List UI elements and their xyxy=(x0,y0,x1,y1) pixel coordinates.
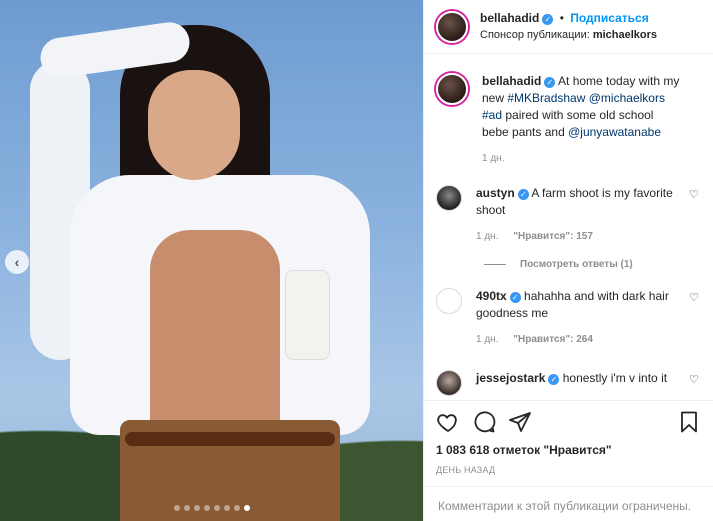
comment-age: 1 дн. xyxy=(476,231,499,242)
comment-author[interactable]: 490tx xyxy=(476,289,507,303)
carousel-dot xyxy=(233,505,240,511)
comment-likes[interactable]: "Нравится": 264 xyxy=(513,334,593,345)
paper-plane-icon[interactable] xyxy=(508,410,532,434)
post-actions: 1 083 618 отметок "Нравится" ДЕНЬ НАЗАД xyxy=(424,400,713,475)
comment-body: austyn ✓ A farm shoot is my favorite shoo… xyxy=(476,185,701,245)
verified-badge-icon: ✓ xyxy=(542,13,554,25)
chevron-left-icon: ‹ xyxy=(14,254,20,270)
view-replies-button[interactable]: Посмотреть ответы (1) xyxy=(484,259,701,270)
comment-likes[interactable]: "Нравится": 157 xyxy=(513,231,593,242)
follow-button[interactable]: Подписаться xyxy=(570,11,648,25)
author-avatar[interactable] xyxy=(436,10,468,43)
commenter-avatar[interactable] xyxy=(436,288,462,314)
carousel-prev-button[interactable]: ‹ xyxy=(5,250,29,274)
comment-icon[interactable] xyxy=(472,410,496,434)
caption-age: 1 дн. xyxy=(482,153,505,164)
heart-icon[interactable]: ♡ xyxy=(689,374,701,386)
likes-count[interactable]: 1 083 618 отметок "Нравится" xyxy=(436,443,701,457)
verified-badge-icon: ✓ xyxy=(544,77,556,88)
comment-author[interactable]: jessejostark xyxy=(476,371,545,385)
mention-link[interactable]: @junyawatanabe xyxy=(568,125,661,139)
comment-meta: 1 дн. "Нравится": 157 xyxy=(476,228,681,245)
caption-author[interactable]: bellahadid xyxy=(482,74,541,88)
verified-badge-icon: ✓ xyxy=(548,374,560,385)
commenter-avatar[interactable] xyxy=(436,185,462,211)
author-username[interactable]: bellahadid xyxy=(480,11,539,25)
photo-face xyxy=(148,70,240,180)
comment-author[interactable]: austyn xyxy=(476,186,515,200)
heart-icon[interactable]: ♡ xyxy=(689,189,701,201)
heart-icon[interactable] xyxy=(436,410,460,434)
post-date[interactable]: ДЕНЬ НАЗАД xyxy=(436,465,701,475)
verified-badge-icon: ✓ xyxy=(509,292,521,303)
photo-torso xyxy=(150,230,280,430)
caption-text: bellahadid ✓ At home today with my new #M… xyxy=(482,73,681,141)
comments-restricted-notice: Комментарии к этой публикации ограничены… xyxy=(424,486,713,521)
sponsor-prefix: Спонсор публикации: xyxy=(480,28,590,41)
carousel-dots xyxy=(0,505,423,511)
comment-meta: 1 дн. "Нравится": 264 xyxy=(476,331,681,348)
verified-badge-icon: ✓ xyxy=(517,189,529,200)
sponsor-line: Спонсор публикации: michaelkors xyxy=(480,27,657,44)
comment-body: jessejostark ✓ honestly i'm v into it xyxy=(476,370,701,396)
comment-item: austyn ✓ A farm shoot is my favorite shoo… xyxy=(436,185,701,245)
view-replies-label: Посмотреть ответы (1) xyxy=(520,259,633,270)
header-meta: bellahadid ✓ • Подписаться Спонсор публик… xyxy=(480,10,657,44)
caption-meta: 1 дн. xyxy=(482,150,681,167)
heart-icon[interactable]: ♡ xyxy=(689,292,701,304)
comments-list[interactable]: bellahadid ✓ At home today with my new #M… xyxy=(424,55,713,400)
hashtag-link[interactable]: #ad xyxy=(482,108,502,122)
carousel-dot xyxy=(213,505,220,511)
post-header: bellahadid ✓ • Подписаться Спонсор публик… xyxy=(424,0,713,54)
comment-age: 1 дн. xyxy=(476,334,499,345)
post-side-panel: bellahadid ✓ • Подписаться Спонсор публик… xyxy=(423,0,713,521)
action-bar xyxy=(436,409,701,435)
hashtag-link[interactable]: #MKBradshaw xyxy=(507,91,585,105)
comment-item: 490tx ✓ hahahha and with dark hair goodne… xyxy=(436,288,701,348)
comment-body: 490tx ✓ hahahha and with dark hair goodne… xyxy=(476,288,701,348)
bookmark-icon[interactable] xyxy=(677,410,701,434)
comment-text: honestly i'm v into it xyxy=(562,371,668,385)
replies-divider xyxy=(484,264,506,265)
sponsor-name[interactable]: michaelkors xyxy=(593,29,657,41)
carousel-dot xyxy=(243,505,250,511)
carousel-dot xyxy=(193,505,200,511)
photo-belt xyxy=(125,432,335,446)
carousel-dot xyxy=(203,505,210,511)
commenter-avatar[interactable] xyxy=(436,370,462,396)
carousel-dot xyxy=(183,505,190,511)
header-separator: • xyxy=(559,10,564,25)
mention-link[interactable]: @michaelkors xyxy=(589,91,665,105)
caption-body: bellahadid ✓ At home today with my new #M… xyxy=(482,73,701,167)
post-photo[interactable]: ‹ xyxy=(0,0,423,521)
comment-item: jessejostark ✓ honestly i'm v into it ♡ xyxy=(436,370,701,396)
caption: bellahadid ✓ At home today with my new #M… xyxy=(436,73,701,167)
photo-handbag xyxy=(285,270,330,360)
carousel-dot xyxy=(173,505,180,511)
carousel-dot xyxy=(223,505,230,511)
caption-avatar[interactable] xyxy=(436,73,468,105)
